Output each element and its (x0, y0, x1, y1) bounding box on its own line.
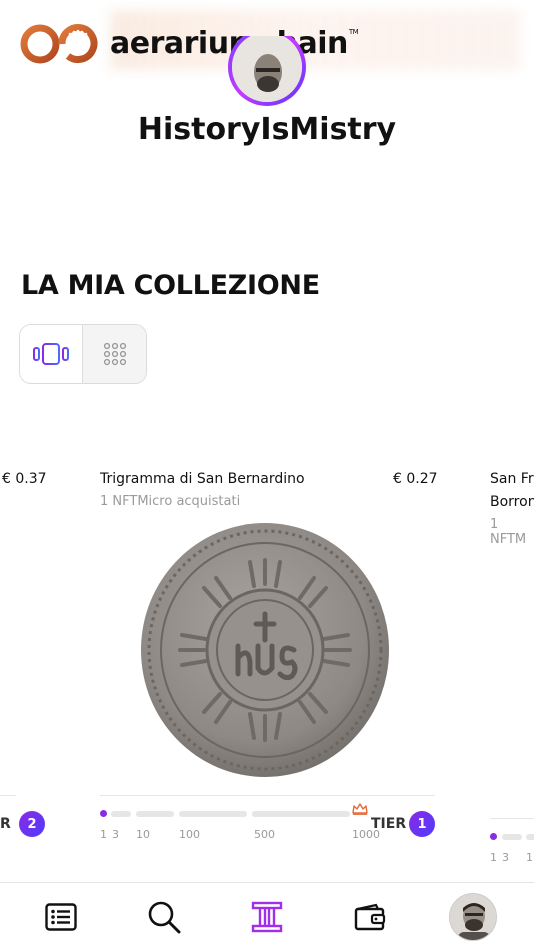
nav-collection-button[interactable] (237, 887, 297, 947)
progress-segment-1 (111, 811, 131, 817)
right-card-progress-segment-1 (502, 834, 522, 840)
profile-avatar-thumbnail (448, 892, 497, 941)
profile-avatar[interactable] (228, 36, 306, 106)
right-card-progress-segment-2 (526, 834, 534, 840)
bottom-navigation (0, 882, 534, 950)
grid-icon (103, 342, 126, 366)
nav-search-button[interactable] (134, 887, 194, 947)
progress-tick-1: 1 (100, 828, 107, 841)
progress-segment-2 (136, 811, 174, 817)
progress-segment-4 (252, 811, 350, 817)
carousel-view-button[interactable] (20, 325, 84, 383)
right-card-divider (490, 818, 534, 819)
progress-segment-3 (179, 811, 247, 817)
nav-wallet-button[interactable] (340, 887, 400, 947)
right-card-purchased-count: 1 NFTM (490, 517, 527, 547)
left-card-tier-badge: 2 (19, 811, 45, 837)
nft-coin-image[interactable] (140, 522, 390, 778)
right-card-progress-dot (490, 833, 497, 840)
wallet-icon (354, 903, 385, 930)
progress-tick-10: 10 (136, 828, 150, 841)
right-card-title-line2[interactable]: Borron (490, 494, 534, 510)
left-card-price: € 0.37 (2, 471, 47, 487)
progress-tick-3: 3 (112, 828, 119, 841)
right-card-title-line1[interactable]: San Fr (490, 471, 534, 487)
collection-section-title: LA MIA COLLEZIONE (21, 270, 320, 301)
nft-card-tier-badge: 1 (409, 811, 435, 837)
progress-current-dot (100, 810, 107, 817)
nav-profile-button[interactable] (443, 887, 503, 947)
right-card-tick-1: 1 (490, 851, 497, 864)
search-icon (148, 901, 181, 933)
left-card-tier-label: R (0, 816, 11, 832)
crown-icon (352, 803, 368, 815)
nft-card-tier-label: TIER (371, 816, 407, 832)
list-icon (45, 902, 78, 931)
aerarium-logo-mark-icon (20, 24, 98, 64)
nav-list-button[interactable] (31, 887, 91, 947)
view-mode-toggle (19, 324, 147, 384)
nft-card-title[interactable]: Trigramma di San Bernardino (100, 471, 305, 487)
progress-tick-100: 100 (179, 828, 200, 841)
collection-column-icon (251, 901, 283, 932)
left-card-divider (0, 795, 16, 796)
right-card-tick-3: 3 (502, 851, 509, 864)
carousel-icon (33, 343, 69, 365)
brand-logo: aerariumchainTM (20, 20, 359, 68)
nft-card-price: € 0.27 (393, 471, 438, 487)
nft-card-purchased-count: 1 NFTMicro acquistati (100, 494, 241, 509)
profile-username: HistoryIsMistry (137, 112, 397, 147)
progress-tick-500: 500 (254, 828, 275, 841)
grid-view-button[interactable] (83, 325, 146, 383)
right-card-tick-10: 1( (526, 851, 534, 864)
